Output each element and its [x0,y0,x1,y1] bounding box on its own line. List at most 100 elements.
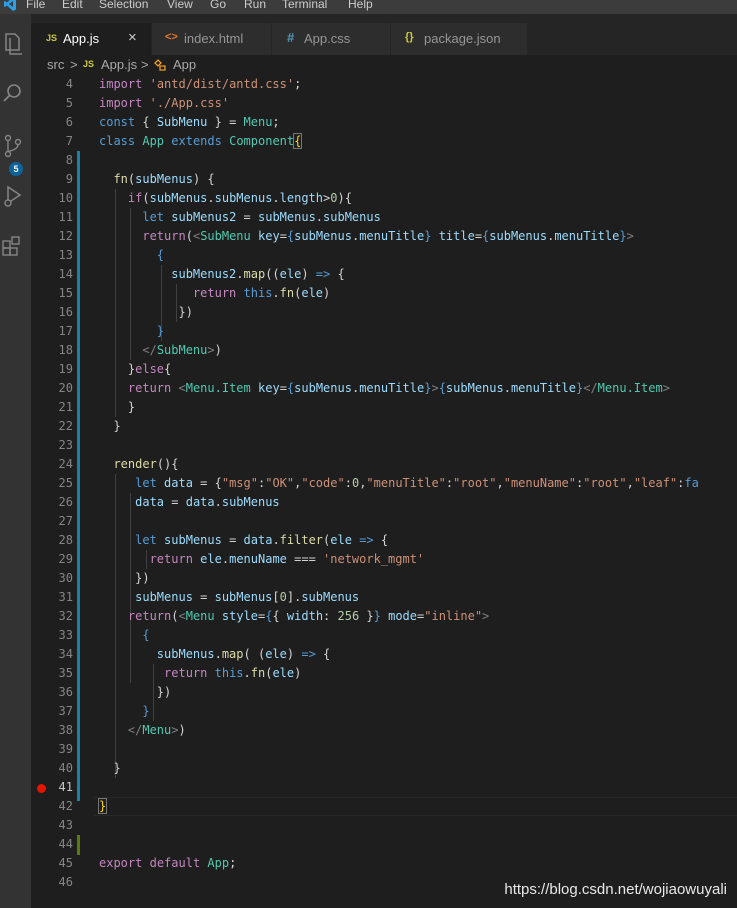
line-number: 29 [58,552,73,566]
run-debug-button[interactable] [0,182,31,214]
code-line: </Menu>) [127,723,186,737]
code-line: }) [99,685,172,699]
code-line: return ele.menuName === 'network_mgmt' [149,552,425,566]
menu-run[interactable]: Run [244,0,266,12]
line-number: 25 [58,476,73,490]
line-number: 8 [65,153,73,167]
code-line: const { SubMenu } = Menu; [99,115,280,129]
code-line: return this.fn(ele) [164,666,302,680]
code-line: class App extends Component{ [99,133,303,149]
breadcrumb-symbol[interactable]: App [173,57,196,72]
line-number: 40 [58,761,73,775]
line-number: 36 [58,685,73,699]
line-number: 12 [58,229,73,243]
vscode-logo-icon [4,0,16,11]
code-line: return <Menu.Item key={subMenus.menuTitl… [127,381,670,395]
line-number: 35 [58,666,73,680]
line-number: 42 [58,799,73,813]
code-line: return(<Menu style={{ width: 256 }} mode… [127,609,490,623]
line-number: 31 [58,590,73,604]
menu-bar: File Edit Selection View Go Run Terminal… [0,0,737,14]
code-line: } [99,761,121,775]
line-number: 34 [58,647,73,661]
line-number: 11 [58,210,73,224]
breadcrumb: src > JS App.js > App [31,55,737,75]
breadcrumb-folder[interactable]: src [47,57,64,72]
json-file-icon: {} [405,31,414,43]
code-line: subMenus2.map((ele) => { [171,267,345,281]
line-number: 22 [58,419,73,433]
code-line: } [97,798,108,814]
code-line: } [156,324,165,338]
code-line: import 'antd/dist/antd.css'; [99,77,302,91]
code-line: export default App; [99,856,237,870]
code-line: fn(subMenus) { [113,172,215,186]
close-icon[interactable]: × [128,29,137,46]
html-file-icon: <> [165,31,178,43]
chevron-right-icon: > [70,57,78,72]
explorer-button[interactable] [0,28,31,60]
code-line: { [156,248,165,262]
javascript-file-icon: JS [83,59,95,69]
menu-view[interactable]: View [167,0,193,12]
breadcrumb-file[interactable]: App.js [101,57,137,72]
menu-help[interactable]: Help [348,0,373,12]
code-line: }) [99,571,150,585]
line-number: 20 [58,381,73,395]
javascript-file-icon: JS [46,33,58,43]
tab-package-json[interactable]: {} package.json [391,23,528,55]
code-line: { [142,628,150,642]
code-line: } [99,400,136,414]
tab-label: package.json [424,31,501,46]
line-number: 39 [58,742,73,756]
line-number: 26 [58,495,73,509]
line-number: 13 [58,248,73,262]
line-number: 43 [58,818,73,832]
menu-go[interactable]: Go [210,0,226,12]
line-number: 19 [58,362,73,376]
line-number: 9 [65,172,73,186]
activity-bar: 5 [0,14,31,908]
line-number: 17 [58,324,73,338]
code-line: } [142,704,150,718]
line-number: 23 [58,438,73,452]
line-number: 27 [58,514,73,528]
line-number: 5 [65,96,73,110]
current-line-highlight [94,797,737,816]
source-control-button[interactable] [0,130,31,162]
line-number: 21 [58,400,73,414]
line-number: 24 [58,457,73,471]
code-line: import './App.css' [99,96,230,110]
menu-selection[interactable]: Selection [99,0,148,12]
breakpoint-icon[interactable] [37,784,46,793]
code-line: }) [99,305,193,319]
line-number-gutter: 4 5 6 7 8 9 10 11 12 13 14 15 16 17 18 1… [31,75,81,908]
tab-app-css[interactable]: # App.css [272,23,391,55]
code-line: render(){ [113,457,179,471]
tab-label: index.html [184,31,244,46]
tab-label: App.css [304,31,351,46]
line-number: 44 [58,837,73,851]
tab-index-html[interactable]: <> index.html [152,23,272,55]
source-control-icon [4,134,22,158]
code-line: let subMenus = data.filter(ele => { [135,533,389,547]
git-modified-indicator[interactable] [77,151,80,801]
code-editor[interactable]: 4 5 6 7 8 9 10 11 12 13 14 15 16 17 18 1… [31,75,737,908]
tab-app-js[interactable]: JS App.js × [31,23,152,55]
search-button[interactable] [0,78,31,110]
code-line: data = data.subMenus [135,495,280,509]
menu-terminal[interactable]: Terminal [282,0,327,12]
code-line: subMenus = subMenus[0].subMenus [135,590,360,604]
code-line: return this.fn(ele) [192,286,331,300]
search-icon [3,84,21,102]
line-number: 14 [58,267,73,281]
extensions-button[interactable] [0,234,31,266]
line-number: 45 [58,856,73,870]
run-debug-icon [4,185,22,207]
watermark-text: https://blog.csdn.net/wojiaowuyali [504,881,727,898]
menu-file[interactable]: File [26,0,45,12]
menu-edit[interactable]: Edit [62,0,83,12]
code-line: return(<SubMenu key={subMenus.menuTitle}… [142,229,634,243]
git-added-indicator[interactable] [77,835,80,855]
code-line: if(subMenus.subMenus.length>0){ [127,191,352,205]
